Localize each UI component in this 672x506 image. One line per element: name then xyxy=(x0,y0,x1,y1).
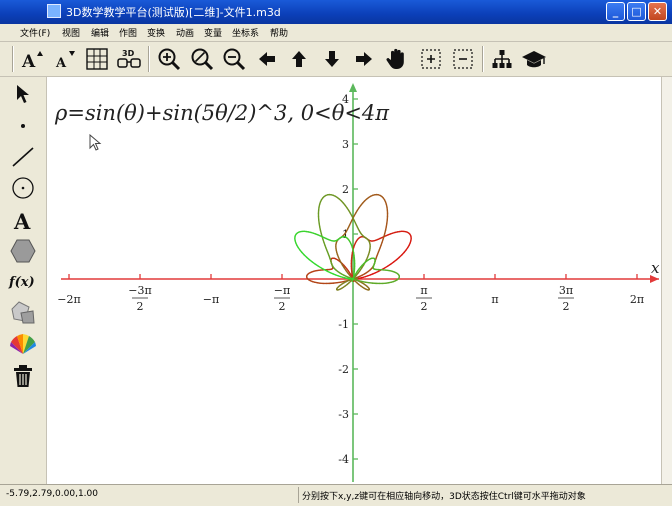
y-tick-label: -4 xyxy=(338,453,349,466)
svg-text:A: A xyxy=(21,52,36,71)
graduation-cap-icon[interactable] xyxy=(520,45,548,73)
menu-file[interactable]: 文件(F) xyxy=(20,26,50,39)
polar-formula-label[interactable]: ρ=sin(θ)+sin(5θ/2)^3, 0<θ<4π xyxy=(55,101,389,125)
x-tick-label-denominator: 2 xyxy=(137,300,144,313)
y-tick-label: -2 xyxy=(338,363,349,376)
menu-bar: 文件(F) 视图 编辑 作图 变换 动画 变量 坐标系 帮助 xyxy=(0,24,672,42)
y-tick-label: -1 xyxy=(338,318,349,331)
title-bar[interactable]: 3D数学教学平台(测试版)[二维]-文件1.m3d _ □ ✕ xyxy=(0,0,672,24)
x-tick-label-numerator: 3π xyxy=(559,284,573,297)
y-axis-arrow xyxy=(349,83,357,92)
x-tick-label: 2π xyxy=(630,293,644,306)
x-tick-label-denominator: 2 xyxy=(278,300,285,313)
font-increase-icon[interactable]: A xyxy=(18,45,46,73)
pan-up-icon[interactable] xyxy=(285,45,313,73)
toolbar-separator xyxy=(482,46,484,72)
menu-edit[interactable]: 编辑 xyxy=(91,26,109,39)
x-tick-label-numerator: −3π xyxy=(128,284,151,297)
minimize-button[interactable]: _ xyxy=(606,2,625,21)
tool-palette: A f(x) xyxy=(0,77,47,484)
menu-animation[interactable]: 动画 xyxy=(176,26,194,39)
pan-left-icon[interactable] xyxy=(253,45,281,73)
zoom-fit-icon[interactable] xyxy=(220,45,248,73)
hand-icon[interactable] xyxy=(383,45,411,73)
x-tick-label: −2π xyxy=(57,293,80,306)
drawing-canvas[interactable]: x −2π −3π 2 −π −π 2 π 2 π 3π 2 2π 4 3 2 1 -1 -2 -3 -4 ρ=sin(… xyxy=(47,77,661,484)
x-tick-label-denominator: 2 xyxy=(421,300,428,313)
svg-text:3D: 3D xyxy=(122,49,135,58)
x-tick-label-denominator: 2 xyxy=(562,300,569,313)
mouse-cursor-icon xyxy=(89,134,102,151)
status-divider xyxy=(298,487,299,503)
zoom-in-icon[interactable] xyxy=(155,45,183,73)
close-button[interactable]: ✕ xyxy=(648,2,667,21)
polygon-icon[interactable] xyxy=(7,236,39,266)
pan-down-icon[interactable] xyxy=(318,45,346,73)
toolbar-separator xyxy=(12,46,14,72)
toolbar: A A 3D xyxy=(0,42,672,77)
toolbar-separator xyxy=(148,46,150,72)
trash-icon[interactable] xyxy=(7,361,39,391)
select-arrow-icon[interactable] xyxy=(7,79,39,109)
line-icon[interactable] xyxy=(7,141,39,171)
svg-text:A: A xyxy=(13,209,31,232)
svg-text:f(x): f(x) xyxy=(8,275,35,290)
tree-icon[interactable] xyxy=(488,45,516,73)
maximize-button[interactable]: □ xyxy=(627,2,646,21)
x-tick-label-numerator: π xyxy=(420,284,427,297)
minus-box-icon[interactable] xyxy=(449,45,477,73)
zoom-out-icon[interactable] xyxy=(188,45,216,73)
coordinate-plot[interactable]: x−2π−3π2−π−π2π2π3π22π4321-1-2-3-4 xyxy=(47,77,661,484)
app-window: 3D数学教学平台(测试版)[二维]-文件1.m3d _ □ ✕ 文件(F) 视图… xyxy=(0,0,672,506)
menu-help[interactable]: 帮助 xyxy=(270,26,288,39)
menu-variable[interactable]: 变量 xyxy=(204,26,222,39)
fill-shape-icon[interactable] xyxy=(7,297,39,327)
vertical-scrollbar[interactable] xyxy=(661,77,672,484)
y-tick-label: 2 xyxy=(342,183,349,196)
menu-transform[interactable]: 变换 xyxy=(147,26,165,39)
window-title: 3D数学教学平台(测试版)[二维]-文件1.m3d xyxy=(66,6,281,19)
y-tick-label: -3 xyxy=(338,408,349,421)
menu-view[interactable]: 视图 xyxy=(62,26,80,39)
app-icon xyxy=(47,4,61,18)
function-icon[interactable]: f(x) xyxy=(7,266,39,296)
x-tick-label: π xyxy=(491,293,498,306)
plus-box-icon[interactable] xyxy=(417,45,445,73)
grid-icon[interactable] xyxy=(83,45,111,73)
menu-coordinate-system[interactable]: 坐标系 xyxy=(232,26,259,39)
menu-construct[interactable]: 作图 xyxy=(119,26,137,39)
x-tick-label-numerator: −π xyxy=(274,284,290,297)
text-icon[interactable]: A xyxy=(7,205,39,235)
y-tick-label: 3 xyxy=(342,138,349,151)
font-decrease-icon[interactable]: A xyxy=(50,45,78,73)
pan-right-icon[interactable] xyxy=(350,45,378,73)
status-bar: -5.79,2.79,0.00,1.00 分别按下x,y,z键可在相应轴向移动，… xyxy=(0,484,672,506)
point-icon[interactable] xyxy=(7,109,39,139)
circle-icon[interactable] xyxy=(7,173,39,203)
x-tick-label: −π xyxy=(203,293,219,306)
color-wheel-icon[interactable] xyxy=(7,329,39,359)
status-hint: 分别按下x,y,z键可在相应轴向移动，3D状态按住Ctrl键可水平拖动对象 xyxy=(302,492,586,502)
x-axis-label: x xyxy=(651,259,660,277)
svg-text:A: A xyxy=(55,56,67,71)
cursor-coordinates: -5.79,2.79,0.00,1.00 xyxy=(6,489,98,499)
3d-glasses-icon[interactable]: 3D xyxy=(115,45,143,73)
